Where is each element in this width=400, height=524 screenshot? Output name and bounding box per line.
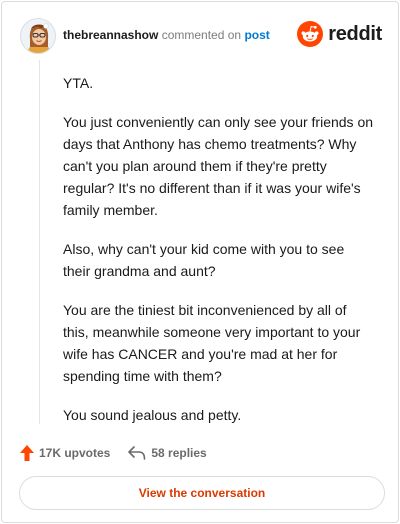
reply-arrow-icon (128, 446, 146, 460)
username-link[interactable]: thebreannashow (63, 28, 158, 42)
comment-paragraph: You are the tiniest bit inconvenienced b… (63, 302, 361, 384)
action-text: commented on (161, 28, 242, 42)
comment-byline: thebreannashow commented on post (63, 28, 270, 42)
upvote-arrow-icon (20, 445, 34, 461)
comment-paragraph: YTA. (63, 75, 94, 91)
comment-footer: 17K upvotes 58 replies (20, 442, 207, 464)
post-link[interactable]: post (244, 28, 269, 42)
reddit-logo-icon (297, 21, 324, 47)
reddit-wordmark: reddit (328, 22, 382, 45)
upvotes-count: 17K upvotes (39, 446, 111, 460)
replies-stat[interactable]: 58 replies (128, 446, 207, 460)
user-avatar[interactable] (20, 18, 56, 54)
reddit-logo[interactable]: reddit (297, 20, 382, 48)
view-conversation-button[interactable]: View the conversation (19, 476, 385, 510)
comment-paragraph: You just conveniently can only see your … (63, 114, 374, 218)
upvotes-stat[interactable]: 17K upvotes (20, 445, 110, 461)
comment-card: thebreannashow commented on post reddit … (1, 1, 399, 523)
comment-paragraph: You sound jealous and petty. (63, 407, 242, 423)
comment-body: YTA. You just conveniently can only see … (63, 72, 375, 443)
avatar-illustration-icon (21, 19, 55, 53)
replies-count: 58 replies (151, 446, 207, 460)
comment-paragraph: Also, why can't your kid come with you t… (63, 241, 345, 279)
comment-header: thebreannashow commented on post reddit (20, 16, 382, 56)
thread-line (39, 60, 40, 424)
